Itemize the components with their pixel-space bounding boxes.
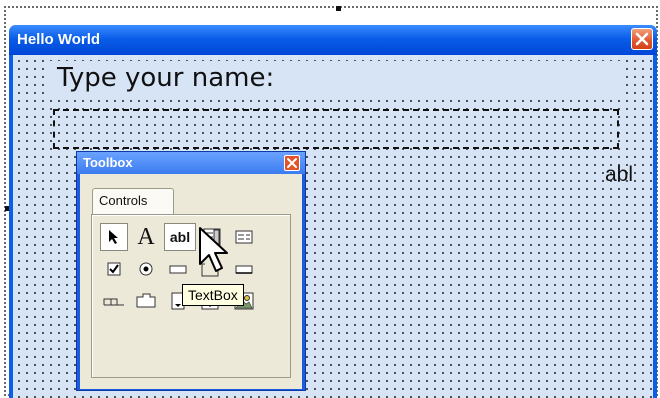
multipage-tool[interactable] [132,287,160,315]
label-icon: A [137,223,155,250]
toolbox-close-button[interactable] [284,155,300,171]
tab-controls[interactable]: Controls [92,188,174,214]
toolbox-window: Toolbox Controls A abl [76,151,306,391]
toolbox-title: Toolbox [83,155,133,170]
tab-controls-label: Controls [99,193,148,208]
checkbox-icon [107,262,121,276]
commandbutton-tool[interactable] [230,255,258,283]
tabstrip-tool[interactable] [100,287,128,315]
toolbox-body: Controls A abl [80,174,302,389]
textbox-drag-ghost: abl [605,163,634,186]
resize-handle-top[interactable] [336,6,341,11]
form-title: Hello World [17,31,101,48]
label-tool[interactable]: A [132,223,160,251]
pointer-tool[interactable] [100,223,128,251]
name-label-text: Type your name: [57,63,275,93]
textbox-placement-outline[interactable] [53,109,619,149]
pointer-icon [109,230,118,244]
optionbutton-tool[interactable] [132,255,160,283]
mouse-cursor-icon [199,227,228,272]
close-icon [287,158,297,168]
textbox-icon: abl [169,229,191,245]
form-titlebar: Hello World [9,25,657,55]
commandbutton-icon [235,265,253,274]
textbox-tool[interactable]: abl [164,223,196,251]
listbox-icon [235,230,253,244]
multipage-icon [136,293,156,308]
optionbutton-icon [139,262,153,276]
listbox-tool[interactable] [230,223,258,251]
textbox-tooltip: TextBox [182,284,244,306]
toolbox-titlebar[interactable]: Toolbox [77,152,305,174]
tabstrip-icon [103,298,124,306]
close-icon [635,32,649,46]
form-close-button[interactable] [631,28,653,50]
togglebutton-tool[interactable] [164,255,192,283]
togglebutton-icon [169,265,187,274]
checkbox-tool[interactable] [100,255,128,283]
